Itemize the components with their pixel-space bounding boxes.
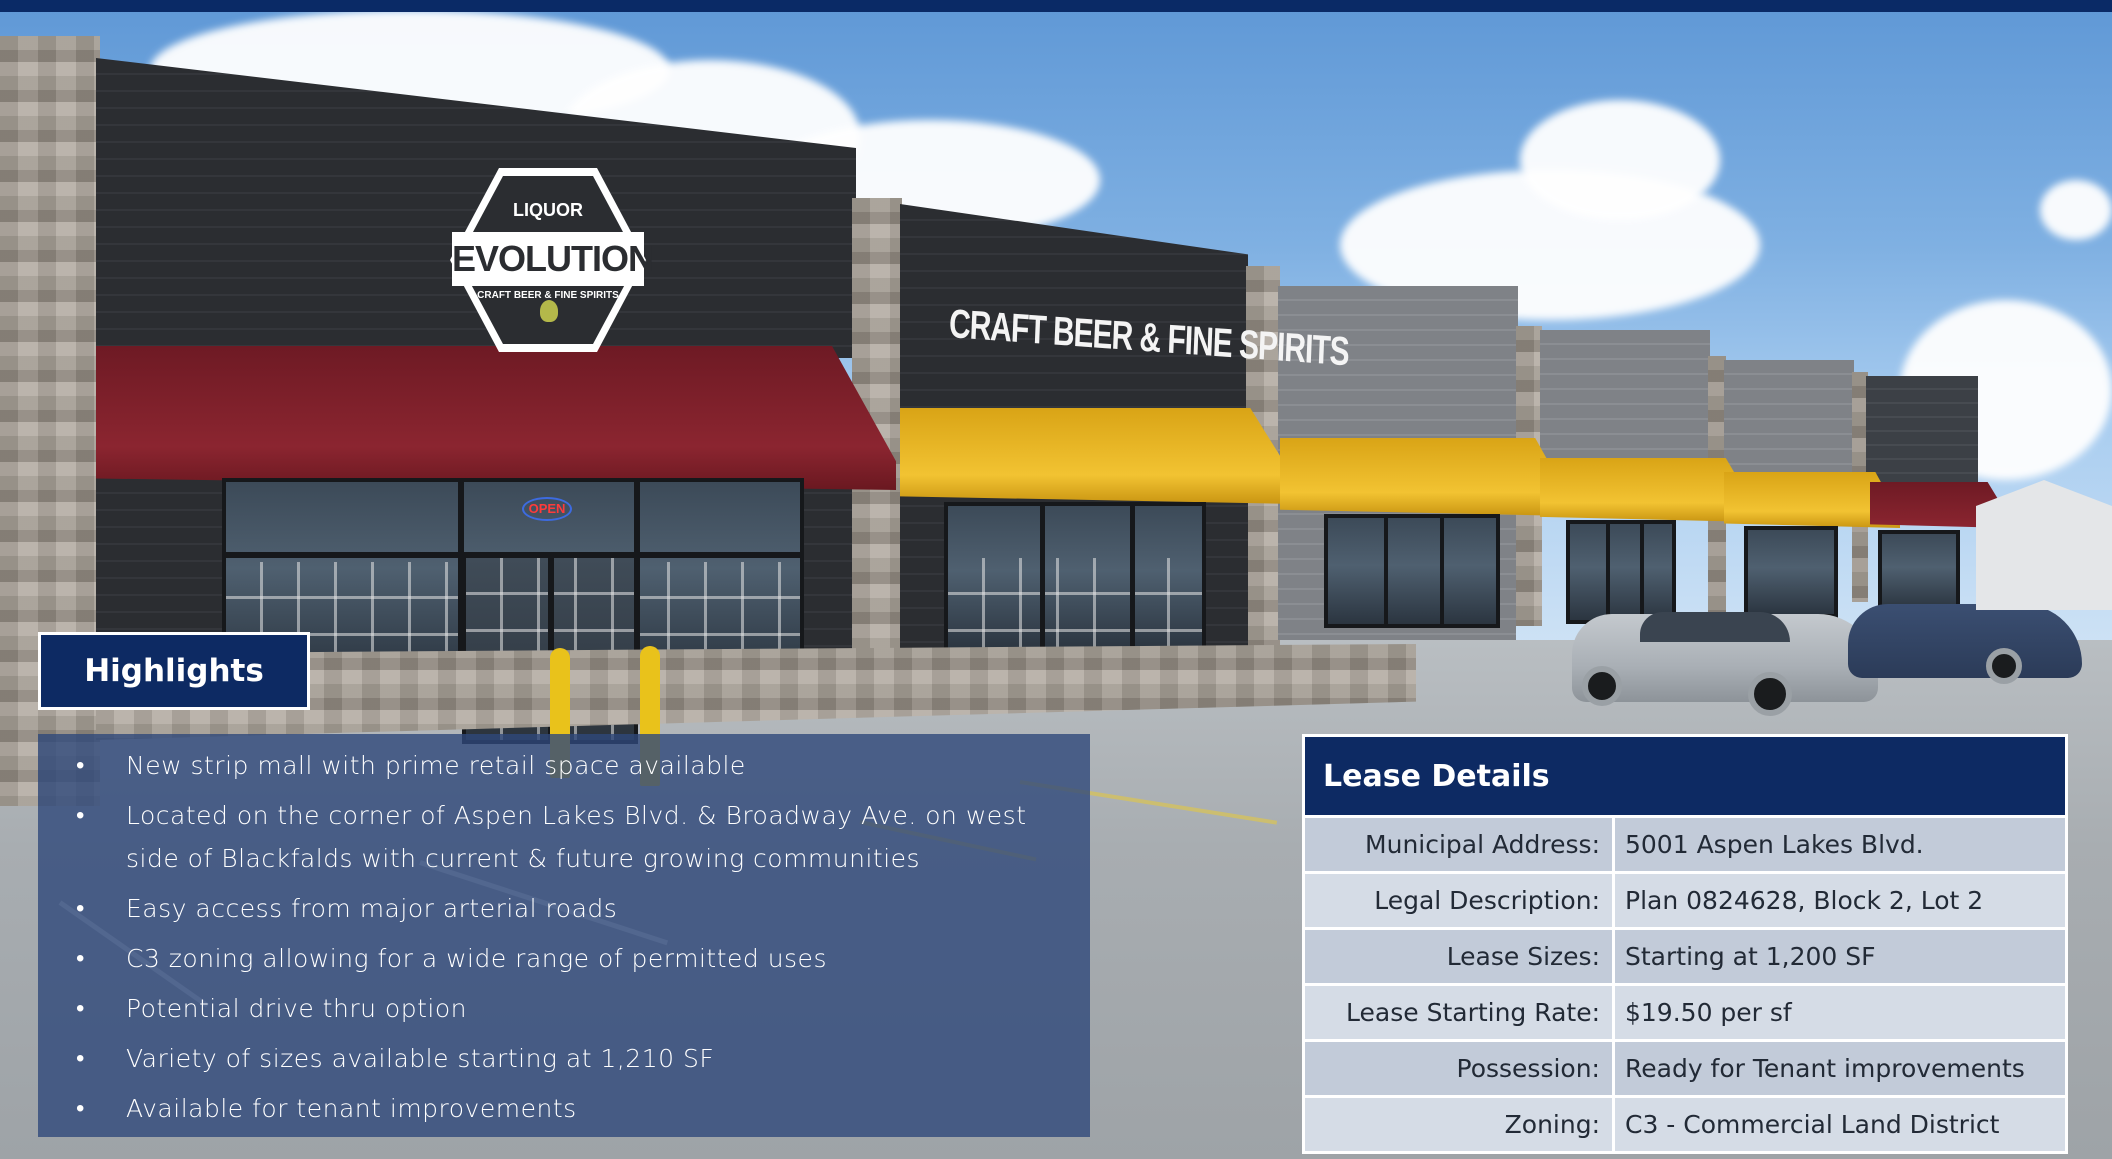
- storefront-window: [1566, 520, 1676, 624]
- list-item: • Located on the corner of Aspen Lakes Bl…: [68, 794, 1060, 880]
- table-row: Lease Starting Rate: $19.50 per sf: [1305, 986, 2065, 1039]
- lease-label: Zoning:: [1305, 1098, 1615, 1151]
- highlights-panel: • New strip mall with prime retail space …: [38, 734, 1090, 1137]
- lease-value: Ready for Tenant improvements: [1615, 1042, 2065, 1095]
- table-row: Zoning: C3 - Commercial Land District: [1305, 1098, 2065, 1151]
- storefront-window: [1744, 526, 1838, 618]
- lease-details-title: Lease Details: [1305, 737, 2065, 815]
- lease-details-table: Municipal Address: 5001 Aspen Lakes Blvd…: [1305, 815, 2065, 1154]
- lease-label: Possession:: [1305, 1042, 1615, 1095]
- list-item: • New strip mall with prime retail space …: [68, 744, 1060, 787]
- lease-value: 5001 Aspen Lakes Blvd.: [1615, 818, 2065, 871]
- cloud: [1520, 100, 1720, 220]
- car-wheel: [1748, 672, 1792, 716]
- highlights-heading: Highlights: [38, 632, 310, 710]
- list-item: • C3 zoning allowing for a wide range of …: [68, 937, 1060, 980]
- bullet-icon: •: [76, 1094, 85, 1122]
- bullet-icon: •: [76, 751, 85, 779]
- list-item: • Potential drive thru option: [68, 987, 1060, 1030]
- highlights-title: Highlights: [84, 653, 264, 689]
- open-sign: OPEN: [522, 497, 572, 521]
- facade-grey: [1724, 360, 1854, 480]
- lease-value: C3 - Commercial Land District: [1615, 1098, 2065, 1151]
- car-wheel: [1582, 666, 1622, 706]
- facade-grey: [1540, 330, 1710, 470]
- logo-brand-word: EVOLUTION: [452, 238, 654, 279]
- lease-label: Lease Sizes:: [1305, 930, 1615, 983]
- yellow-awning: [900, 408, 1298, 504]
- table-row: Municipal Address: 5001 Aspen Lakes Blvd…: [1305, 818, 2065, 871]
- bullet-icon: •: [76, 994, 85, 1022]
- yellow-awning: [1280, 438, 1570, 516]
- car-wheel: [1986, 648, 2022, 684]
- table-row: Possession: Ready for Tenant improvement…: [1305, 1042, 2065, 1095]
- list-item: • Easy access from major arterial roads: [68, 887, 1060, 930]
- storefront-window: [1878, 530, 1960, 612]
- lease-value: Plan 0824628, Block 2, Lot 2: [1615, 874, 2065, 927]
- facade-grey: [1866, 376, 1978, 486]
- bullet-icon: •: [76, 944, 85, 972]
- red-awning: [96, 346, 896, 490]
- car-window: [1640, 612, 1790, 642]
- lease-value: Starting at 1,200 SF: [1615, 930, 2065, 983]
- list-item: • Variety of sizes available starting at …: [68, 1037, 1060, 1080]
- logo-top-word: LIQUOR: [513, 200, 583, 220]
- hop-icon: [540, 300, 558, 322]
- top-accent-bar: [0, 0, 2112, 12]
- lease-label: Lease Starting Rate:: [1305, 986, 1615, 1039]
- house: [1976, 480, 2112, 610]
- bullet-icon: •: [76, 894, 85, 922]
- table-row: Legal Description: Plan 0824628, Block 2…: [1305, 874, 2065, 927]
- bullet-icon: •: [76, 1044, 85, 1072]
- blue-car: [1848, 604, 2082, 678]
- highlights-list: • New strip mall with prime retail space …: [68, 744, 1060, 1130]
- lease-details-panel: Lease Details Municipal Address: 5001 As…: [1302, 734, 2068, 1154]
- yellow-awning: [1540, 458, 1756, 522]
- table-row: Lease Sizes: Starting at 1,200 SF: [1305, 930, 2065, 983]
- bullet-icon: •: [76, 801, 85, 829]
- storefront-window: [944, 502, 1206, 654]
- lease-value: $19.50 per sf: [1615, 986, 2065, 1039]
- cloud: [2040, 180, 2112, 240]
- lease-label: Municipal Address:: [1305, 818, 1615, 871]
- list-item: • Available for tenant improvements: [68, 1087, 1060, 1130]
- lease-label: Legal Description:: [1305, 874, 1615, 927]
- storefront-window: [1324, 514, 1500, 628]
